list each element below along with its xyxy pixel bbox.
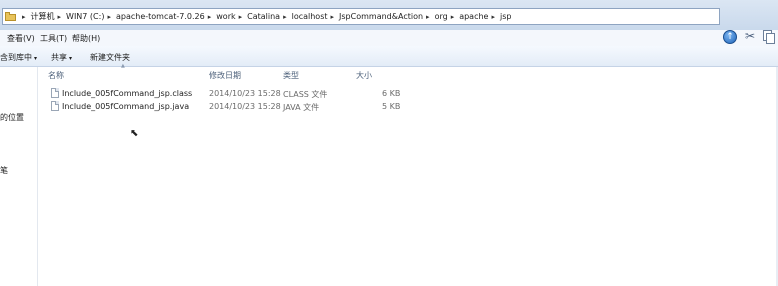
- navigation-pane[interactable]: 的位置 笔: [0, 67, 38, 286]
- breadcrumb-separator[interactable]: ▸: [328, 13, 340, 21]
- file-row[interactable]: Include_005fCommand_jsp.class 2014/10/23…: [48, 87, 408, 100]
- breadcrumb-separator[interactable]: ▸: [236, 13, 248, 21]
- breadcrumb-separator[interactable]: ▸: [280, 13, 292, 21]
- column-header-modified[interactable]: 修改日期: [209, 70, 241, 81]
- breadcrumb-tomcat[interactable]: apache-tomcat-7.0.26: [116, 12, 205, 21]
- file-name: Include_005fCommand_jsp.java: [62, 102, 190, 111]
- breadcrumb-separator[interactable]: ▸: [423, 13, 435, 21]
- file-icon: [51, 88, 59, 98]
- mouse-cursor: ⬉: [130, 128, 139, 139]
- command-bar: 含到库中 ▾ 共享 ▾ 新建文件夹: [0, 46, 778, 67]
- breadcrumb-separator[interactable]: ▸: [448, 13, 460, 21]
- breadcrumb-catalina[interactable]: Catalina: [247, 12, 280, 21]
- menu-view[interactable]: 查看(V): [7, 33, 35, 44]
- file-row[interactable]: Include_005fCommand_jsp.java 2014/10/23 …: [48, 100, 408, 113]
- file-size: 6 KB: [382, 89, 401, 98]
- column-header-type[interactable]: 类型: [283, 70, 299, 81]
- menu-tools[interactable]: 工具(T): [40, 33, 67, 44]
- breadcrumb-org[interactable]: org: [435, 12, 448, 21]
- breadcrumb-separator[interactable]: ▸: [488, 13, 500, 21]
- breadcrumb-apache[interactable]: apache: [459, 12, 488, 21]
- menu-help[interactable]: 帮助(H): [72, 33, 100, 44]
- address-bar[interactable]: ▸ 计算机 ▸ WIN7 (C:) ▸ apache-tomcat-7.0.26…: [2, 8, 720, 25]
- scissors-icon[interactable]: ✂: [743, 29, 757, 43]
- breadcrumb-work[interactable]: work: [216, 12, 235, 21]
- dropdown-caret-icon: ▾: [69, 55, 73, 62]
- copy-pages-icon[interactable]: [762, 30, 776, 45]
- address-bar-region: ▸ 计算机 ▸ WIN7 (C:) ▸ apache-tomcat-7.0.26…: [0, 0, 778, 31]
- file-type: CLASS 文件: [283, 90, 328, 99]
- breadcrumb-jspcommand[interactable]: JspCommand&Action: [339, 12, 423, 21]
- share-button[interactable]: 共享 ▾: [51, 52, 72, 63]
- breadcrumb-computer[interactable]: 计算机: [31, 11, 55, 22]
- share-label: 共享: [51, 53, 67, 62]
- breadcrumb-separator[interactable]: ▸: [19, 13, 31, 21]
- file-size: 5 KB: [382, 102, 401, 111]
- column-header-size[interactable]: 大小: [356, 70, 372, 81]
- breadcrumb-separator[interactable]: ▸: [55, 13, 67, 21]
- file-name: Include_005fCommand_jsp.class: [62, 89, 193, 98]
- breadcrumb-jsp[interactable]: jsp: [500, 12, 511, 21]
- breadcrumb-separator[interactable]: ▸: [205, 13, 217, 21]
- file-type: JAVA 文件: [283, 103, 320, 112]
- breadcrumb-separator[interactable]: ▸: [104, 13, 116, 21]
- breadcrumb-localhost[interactable]: localhost: [292, 12, 328, 21]
- nav-item-locations[interactable]: 的位置: [0, 112, 24, 123]
- file-icon: [51, 101, 59, 111]
- dropdown-caret-icon: ▾: [34, 55, 38, 62]
- sort-ascending-icon: ▲: [121, 63, 125, 69]
- include-in-library-label: 含到库中: [0, 53, 32, 62]
- menu-bar: 查看(V) 工具(T) 帮助(H): [0, 30, 778, 46]
- nav-item-partial[interactable]: 笔: [0, 165, 8, 176]
- include-in-library-button[interactable]: 含到库中 ▾: [0, 52, 37, 63]
- new-folder-button[interactable]: 新建文件夹: [90, 52, 130, 63]
- breadcrumb-drive[interactable]: WIN7 (C:): [66, 12, 104, 21]
- column-header-name[interactable]: 名称: [48, 70, 64, 81]
- up-arrow-icon[interactable]: ↑: [723, 30, 737, 44]
- folder-icon: [5, 12, 16, 21]
- file-modified: 2014/10/23 15:28: [209, 102, 281, 111]
- file-modified: 2014/10/23 15:28: [209, 89, 281, 98]
